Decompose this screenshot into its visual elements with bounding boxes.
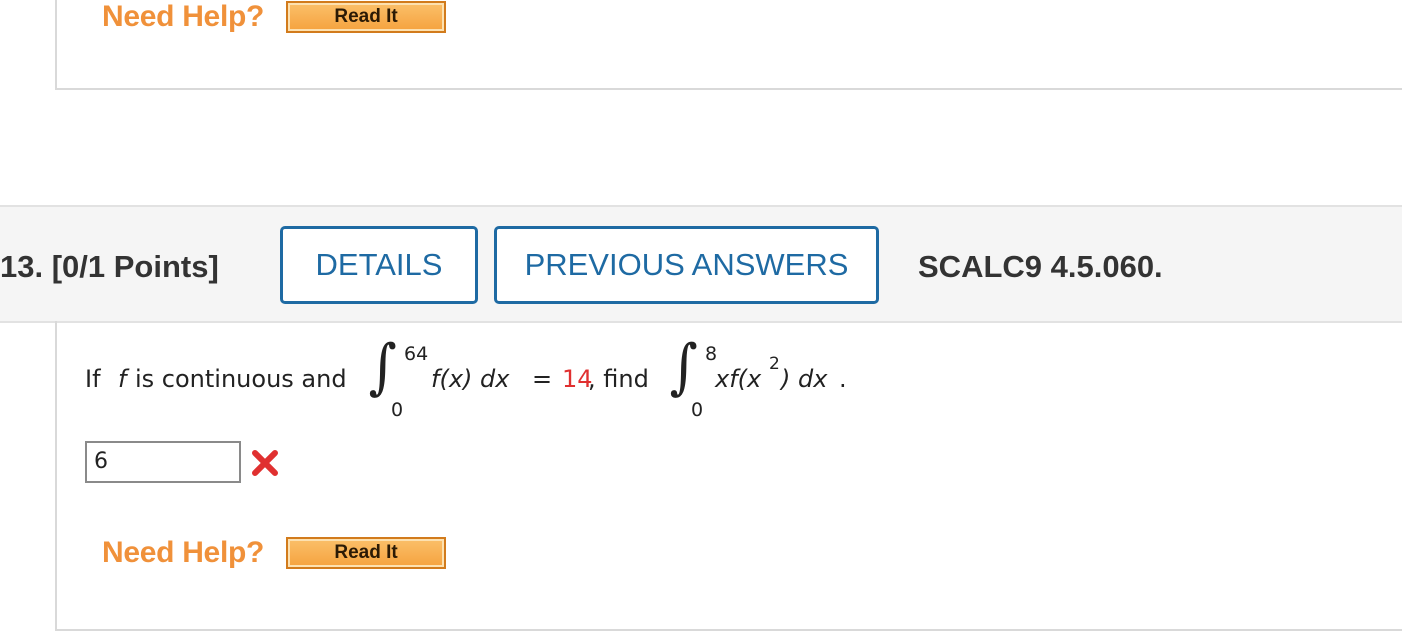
- x-mark-icon: [252, 450, 278, 476]
- question-number-points: 13. [0/1 Points]: [0, 249, 219, 284]
- integral-2-exponent: 2: [769, 354, 780, 374]
- question-header: 13. [0/1 Points] DETAILS PREVIOUS ANSWER…: [0, 205, 1402, 323]
- text-continuous: is continuous and: [135, 365, 347, 393]
- answer-input[interactable]: 6: [85, 441, 241, 483]
- integral-1-integrand: f(x) dx: [431, 365, 510, 393]
- integral-1-upper: 64: [404, 343, 429, 365]
- need-help-row: Need Help? Read It: [102, 536, 447, 570]
- previous-answers-button[interactable]: PREVIOUS ANSWERS: [494, 226, 879, 304]
- text-if: If: [85, 365, 101, 393]
- read-it-button[interactable]: Read It: [286, 537, 447, 569]
- need-help-label: Need Help?: [102, 0, 265, 33]
- integral-2-integrand-post: ) dx: [781, 365, 828, 393]
- integral-1-lower: 0: [391, 399, 404, 421]
- integral-2-upper: 8: [705, 343, 718, 365]
- need-help-label: Need Help?: [102, 536, 265, 569]
- statement-period: .: [839, 365, 847, 393]
- details-button[interactable]: DETAILS: [280, 226, 478, 304]
- integral-2-integrand-pre: xf(x: [715, 365, 762, 393]
- integral-sign-1: ∫: [368, 332, 397, 402]
- read-it-button[interactable]: Read It: [286, 1, 447, 33]
- equals-sign: =: [532, 365, 553, 393]
- need-help-row-previous: Need Help? Read It: [102, 0, 447, 34]
- question-code: SCALC9 4.5.060.: [918, 249, 1163, 284]
- page: Need Help? Read It 13. [0/1 Points] DETA…: [0, 0, 1402, 644]
- var-f: f: [118, 365, 127, 393]
- integral-2-lower: 0: [691, 399, 704, 421]
- integral-sign-2: ∫: [669, 332, 698, 402]
- text-find: , find: [588, 365, 649, 393]
